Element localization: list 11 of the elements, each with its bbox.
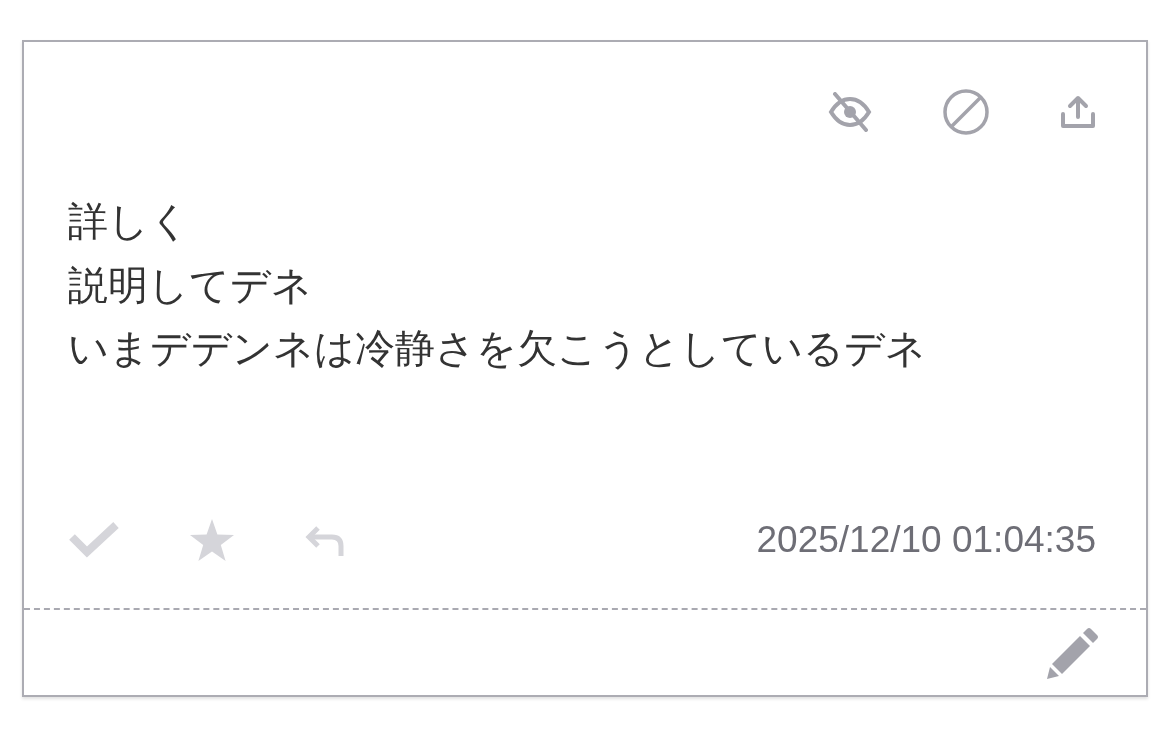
- pencil-icon[interactable]: [1047, 626, 1099, 679]
- ban-icon[interactable]: [943, 89, 989, 135]
- eye-slash-icon[interactable]: [828, 92, 872, 132]
- timestamp: 2025/12/10 01:04:35: [756, 519, 1096, 561]
- message-line: 説明してデネ: [68, 260, 312, 310]
- upload-icon[interactable]: [1060, 95, 1096, 129]
- check-icon[interactable]: [68, 521, 120, 559]
- message-line: いまデデンネは冷静さを欠こうとしているデネ: [68, 324, 926, 373]
- message-line: 詳しく: [68, 197, 190, 246]
- star-icon[interactable]: [190, 519, 234, 561]
- reply-icon[interactable]: [304, 524, 344, 556]
